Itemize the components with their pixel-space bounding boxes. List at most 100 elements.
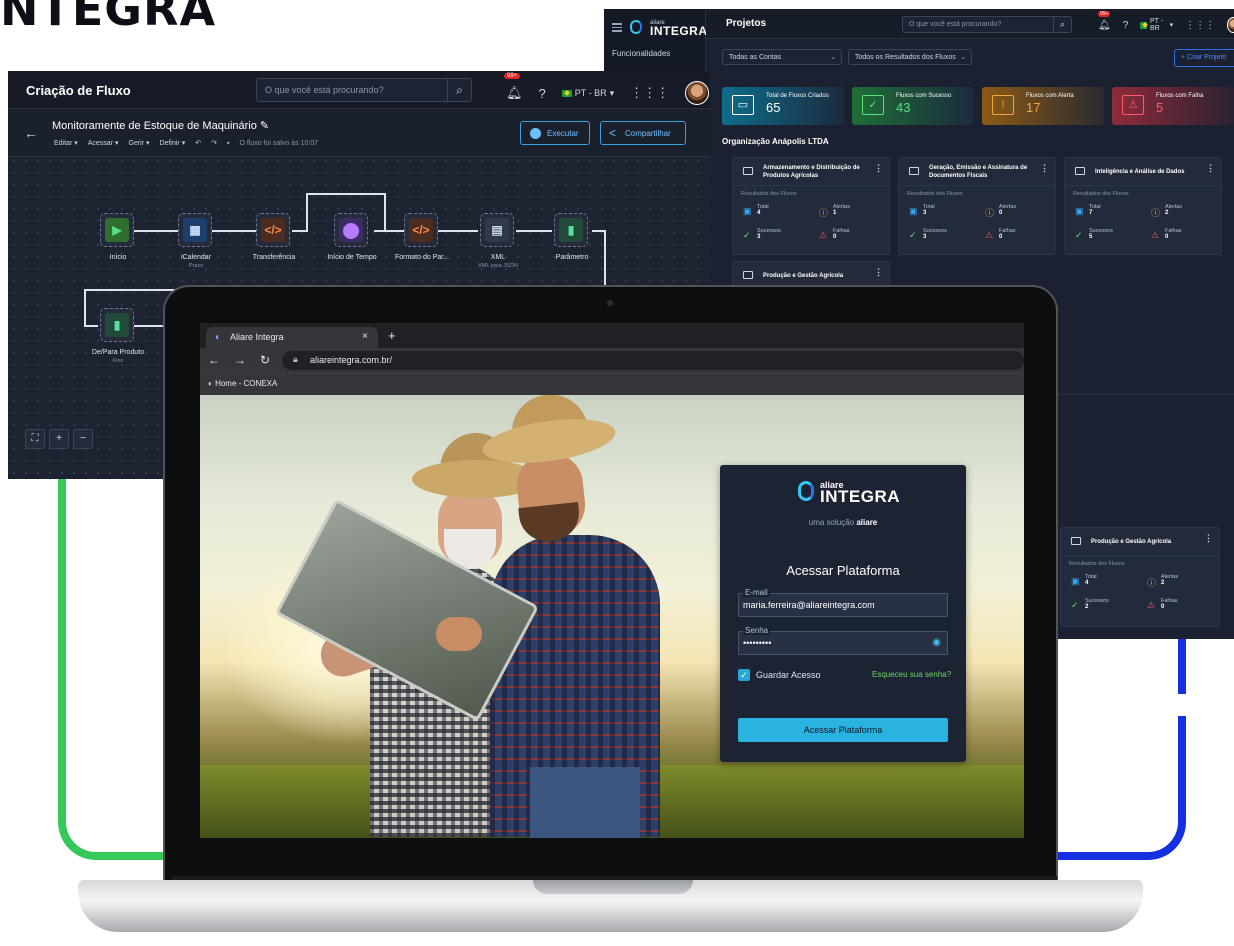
help-icon[interactable]: ?: [539, 86, 546, 101]
flow-header: Criação de Fluxo O que você está procura…: [8, 71, 710, 109]
zoom-out-icon[interactable]: −: [73, 429, 93, 449]
flow-node-inicio[interactable]: ▶: [100, 213, 134, 247]
node-label: Início de Tempo: [312, 253, 392, 262]
menu-acessar[interactable]: Acessar ▾: [88, 139, 119, 147]
menu-icon[interactable]: [612, 22, 622, 32]
eye-icon[interactable]: ◉: [932, 637, 941, 648]
menu-gerir[interactable]: Gerir ▾: [129, 139, 150, 147]
reload-icon[interactable]: ↻: [260, 353, 270, 367]
sidebar-logo: aliare INTEGRA: [612, 19, 708, 37]
aliare-favicon-icon: ◐: [215, 332, 222, 343]
create-project-button[interactable]: + Criar Projeto: [1174, 49, 1234, 67]
save-icon[interactable]: ▪: [227, 140, 229, 147]
card-title: Produção e Gestão Agrícola: [1091, 539, 1172, 545]
copy-icon: ▣: [1071, 576, 1080, 586]
avatar[interactable]: [685, 81, 710, 105]
remember-checkbox[interactable]: ✓: [738, 669, 750, 681]
node-label: Transferência: [234, 253, 314, 262]
share-button[interactable]: < Compartilhar: [600, 121, 686, 145]
code-icon: </>: [261, 218, 285, 242]
check-icon: ✓: [1071, 600, 1079, 610]
line-tick: [1178, 686, 1186, 694]
sidebar-item-funcionalidades[interactable]: Funcionalidades: [612, 49, 670, 58]
search-icon[interactable]: ⌕: [1053, 17, 1071, 32]
close-icon[interactable]: ×: [362, 331, 368, 342]
language-selector[interactable]: PT - BR ▾: [561, 88, 614, 99]
forgot-password-link[interactable]: Esqueceu sua senha?: [872, 670, 951, 679]
search-icon[interactable]: ⌕: [447, 79, 471, 101]
password-field[interactable]: Senha ••••••••• ◉: [738, 626, 948, 655]
pencil-icon[interactable]: ✎: [260, 120, 269, 132]
flow-toolbar: ← Monitoramente de Estoque de Maquinário…: [8, 109, 710, 157]
stat-total[interactable]: ▭ Total de Fluxos Criados 65: [722, 87, 844, 125]
email-field[interactable]: E-mail maria.ferreira@aliareintegra.com: [738, 588, 948, 617]
flow-node-inicio-tempo[interactable]: [334, 213, 368, 247]
project-card[interactable]: Geração, Emissão e Assinatura de Documen…: [898, 157, 1056, 255]
undo-icon[interactable]: ↶: [195, 139, 201, 147]
flow-node-icalendar[interactable]: ▦: [178, 213, 212, 247]
more-icon[interactable]: ⋮: [1040, 164, 1049, 173]
url-text: aliareintegra.com.br/: [310, 355, 393, 365]
stat-label: Fluxos com Sucesso: [896, 93, 952, 99]
more-icon[interactable]: ⋮: [874, 268, 883, 277]
stat-alert[interactable]: ! Fluxos com Alerta 17: [982, 87, 1104, 125]
bookmark-home-conexa[interactable]: Home - CONEXA: [215, 379, 277, 388]
metric-value: 0: [999, 210, 1003, 216]
new-tab-icon[interactable]: +: [388, 328, 396, 343]
connector: [130, 230, 180, 232]
brazil-flag-icon: [1140, 21, 1147, 29]
language-selector[interactable]: PT - BR ▾: [1140, 18, 1173, 32]
apps-grid-icon[interactable]: ⋮⋮⋮: [1185, 20, 1215, 31]
node-label: De/Para Produto Fixo: [78, 348, 158, 366]
more-icon[interactable]: ⋮: [1206, 164, 1215, 173]
chevron-down-icon: ⌄: [960, 54, 966, 61]
node-title: Parâmetro: [555, 254, 589, 261]
login-button[interactable]: Acessar Plataforma: [738, 718, 948, 742]
results-select[interactable]: Todos os Resultados dos Fluxos ⌄: [848, 49, 972, 65]
stat-success[interactable]: ✓ Fluxos com Sucesso 43: [852, 87, 974, 125]
back-arrow-icon[interactable]: ←: [24, 125, 38, 141]
more-icon[interactable]: ⋮: [1204, 534, 1213, 543]
back-arrow-icon[interactable]: ←: [208, 353, 220, 367]
flow-node-parametro[interactable]: ▮: [554, 213, 588, 247]
flow-node-formato[interactable]: </>: [404, 213, 438, 247]
redo-icon[interactable]: ↷: [211, 139, 217, 147]
browser-tab[interactable]: ◐ Aliare Integra ×: [206, 327, 378, 348]
connector: [84, 289, 86, 327]
notification-badge: 99+: [504, 73, 521, 79]
address-bar[interactable]: 🔒︎ aliareintegra.com.br/: [282, 351, 1024, 370]
menu-definir[interactable]: Definir ▾: [160, 139, 186, 147]
bell-icon[interactable]: 🔔︎: [506, 85, 523, 101]
warning-icon: ⚠: [1151, 230, 1160, 240]
connector: [516, 230, 552, 232]
project-card[interactable]: Inteligência e Análise de Dados ⋮ Resulta…: [1064, 157, 1222, 255]
avatar[interactable]: [1227, 17, 1234, 33]
bell-icon[interactable]: 🔔︎: [1098, 20, 1111, 31]
fit-view-icon[interactable]: ⛶: [25, 429, 45, 449]
copy-icon: ▣: [1075, 206, 1084, 216]
stat-fail[interactable]: ⚠ Fluxos com Falha 5: [1112, 87, 1234, 125]
stat-value: 43: [896, 100, 911, 115]
apps-grid-icon[interactable]: ⋮⋮⋮: [630, 85, 669, 101]
execute-button[interactable]: Executar: [520, 121, 590, 145]
flow-icon: ▭: [732, 95, 754, 115]
help-icon[interactable]: ?: [1123, 20, 1129, 31]
search-input[interactable]: O que você está procurando? ⌕: [902, 16, 1072, 33]
tab-title: Aliare Integra: [230, 332, 284, 342]
search-input[interactable]: O que você está procurando? ⌕: [256, 78, 472, 102]
project-card[interactable]: Produção e Gestão Agrícola ⋮ Resultados d…: [1060, 527, 1220, 627]
forward-arrow-icon[interactable]: →: [234, 353, 246, 367]
metric-label: Sucessos: [757, 228, 781, 234]
zoom-in-icon[interactable]: +: [49, 429, 69, 449]
more-icon[interactable]: ⋮: [874, 164, 883, 173]
menu-editar[interactable]: Editar ▾: [54, 139, 78, 147]
tagline-brand: aliare: [856, 518, 878, 527]
flow-node-xml[interactable]: ▤: [480, 213, 514, 247]
project-card[interactable]: Armazenamento e Distribuição de Produtos…: [732, 157, 890, 255]
accounts-select[interactable]: Todas as Contas ⌄: [722, 49, 842, 65]
flow-node-depara[interactable]: ▮: [100, 308, 134, 342]
flow-name[interactable]: Monitoramente de Estoque de Maquinário ✎: [52, 119, 269, 132]
file-icon: ▮: [559, 218, 583, 242]
marketing-composite: NTEGRA aliare INTEGRA Funcionalidades Pro…: [0, 0, 1234, 946]
flow-node-transferencia[interactable]: </>: [256, 213, 290, 247]
